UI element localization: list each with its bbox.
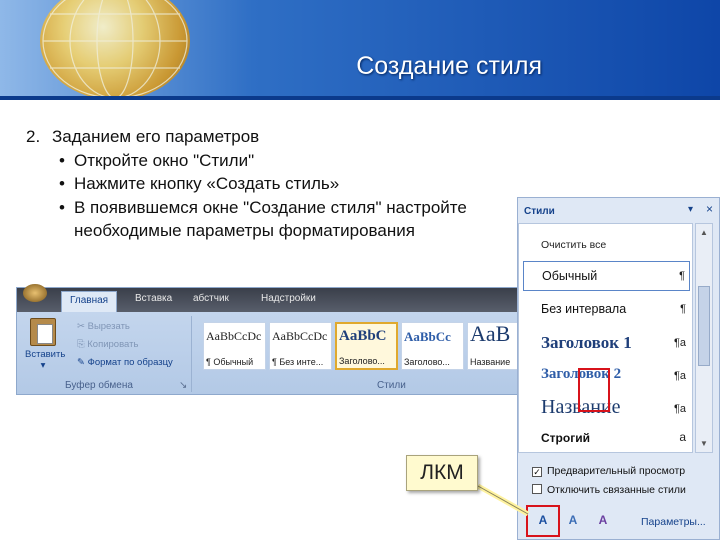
lkm-callout: ЛКМ	[406, 455, 478, 491]
callout-arrow	[476, 483, 530, 517]
